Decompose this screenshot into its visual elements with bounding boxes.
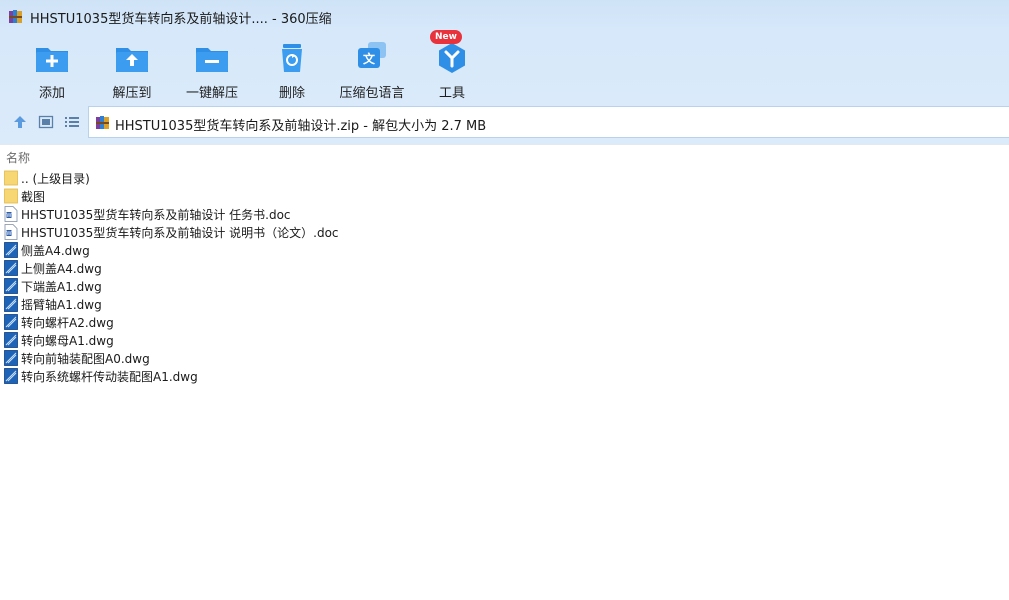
file-name: 截图 <box>21 190 46 204</box>
file-name: 摇臂轴A1.dwg <box>21 298 102 312</box>
list-item[interactable]: W HHSTU1035型货车转向系及前轴设计 任务书.doc <box>0 205 1009 223</box>
dwg-file-icon <box>4 368 18 384</box>
list-item[interactable]: 下端盖A1.dwg <box>0 277 1009 295</box>
word-document-icon: W <box>4 224 18 240</box>
top-panel: HHSTU1035型货车转向系及前轴设计.... - 360压缩 添加 解压到 <box>0 0 1009 144</box>
one-click-extract-button[interactable]: 一键解压 <box>172 36 252 102</box>
delete-button[interactable]: 删除 <box>252 36 332 102</box>
list-item[interactable]: 转向系统螺杆传动装配图A1.dwg <box>0 367 1009 385</box>
navigation-bar: HHSTU1035型货车转向系及前轴设计.zip - 解包大小为 2.7 MB <box>0 106 1009 138</box>
add-label: 添加 <box>38 86 65 101</box>
extract-to-button[interactable]: 解压到 <box>92 36 172 102</box>
dwg-file-icon <box>4 260 18 276</box>
list-item[interactable]: 转向螺母A1.dwg <box>0 331 1009 349</box>
extract-folder-icon <box>116 48 148 72</box>
list-view-icon[interactable] <box>64 114 80 130</box>
file-name: 侧盖A4.dwg <box>21 244 90 258</box>
folder-icon <box>4 170 18 186</box>
list-item[interactable]: 转向螺杆A2.dwg <box>0 313 1009 331</box>
file-name: 上侧盖A4.dwg <box>21 262 102 276</box>
list-item[interactable]: 截图 <box>0 187 1009 205</box>
dwg-file-icon <box>4 332 18 348</box>
file-name: 转向螺母A1.dwg <box>21 334 114 348</box>
dwg-file-icon <box>4 296 18 312</box>
archive-language-label: 压缩包语言 <box>339 86 405 101</box>
list-item[interactable]: 转向前轴装配图A0.dwg <box>0 349 1009 367</box>
dwg-file-icon <box>4 278 18 294</box>
file-name: 转向螺杆A2.dwg <box>21 316 114 330</box>
toolbar: 添加 解压到 一键解压 删除 文 压缩包语言 New 工具 <box>0 30 1009 102</box>
one-click-extract-label: 一键解压 <box>185 86 238 101</box>
tools-button[interactable]: New 工具 <box>412 30 492 102</box>
tools-icon <box>439 43 465 73</box>
list-header: 名称 <box>0 144 1009 168</box>
dwg-file-icon <box>4 350 18 366</box>
list-item[interactable]: W HHSTU1035型货车转向系及前轴设计 说明书（论文）.doc <box>0 223 1009 241</box>
delete-label: 删除 <box>278 86 305 101</box>
list-item[interactable]: .. (上级目录) <box>0 169 1009 187</box>
window-title: HHSTU1035型货车转向系及前轴设计.... - 360压缩 <box>30 12 332 27</box>
thumbnail-view-icon[interactable] <box>38 114 54 130</box>
list-item[interactable]: 侧盖A4.dwg <box>0 241 1009 259</box>
path-bar[interactable]: HHSTU1035型货车转向系及前轴设计.zip - 解包大小为 2.7 MB <box>88 106 1009 138</box>
recycle-bin-icon <box>282 44 302 72</box>
file-name: 转向前轴装配图A0.dwg <box>21 352 150 366</box>
archive-language-button[interactable]: 文 压缩包语言 <box>332 36 412 102</box>
svg-text:W: W <box>7 231 12 237</box>
archive-path: HHSTU1035型货车转向系及前轴设计.zip - 解包大小为 2.7 MB <box>115 119 487 134</box>
svg-text:W: W <box>7 213 12 219</box>
dwg-file-icon <box>4 242 18 258</box>
list-item[interactable]: 上侧盖A4.dwg <box>0 259 1009 277</box>
new-badge: New <box>430 30 462 44</box>
winrar-archive-icon <box>96 116 109 129</box>
extract-to-label: 解压到 <box>112 86 152 101</box>
one-click-extract-icon <box>196 48 228 72</box>
folder-icon <box>4 188 18 204</box>
dwg-file-icon <box>4 314 18 330</box>
tools-label: 工具 <box>438 86 465 101</box>
column-name-header[interactable]: 名称 <box>6 149 30 166</box>
arrow-up-icon[interactable] <box>12 114 28 130</box>
word-document-icon: W <box>4 206 18 222</box>
add-folder-icon <box>36 48 68 72</box>
list-item[interactable]: 摇臂轴A1.dwg <box>0 295 1009 313</box>
file-name: HHSTU1035型货车转向系及前轴设计 任务书.doc <box>21 208 291 222</box>
svg-text:文: 文 <box>363 51 376 66</box>
file-name: HHSTU1035型货车转向系及前轴设计 说明书（论文）.doc <box>21 226 339 240</box>
winrar-books-icon <box>9 10 22 23</box>
add-button[interactable]: 添加 <box>12 36 92 102</box>
file-name: 转向系统螺杆传动装配图A1.dwg <box>21 370 198 384</box>
file-name: 下端盖A1.dwg <box>21 280 102 294</box>
file-name: .. (上级目录) <box>21 172 90 186</box>
language-icon: 文 <box>358 42 386 68</box>
title-bar: HHSTU1035型货车转向系及前轴设计.... - 360压缩 <box>0 0 1009 32</box>
